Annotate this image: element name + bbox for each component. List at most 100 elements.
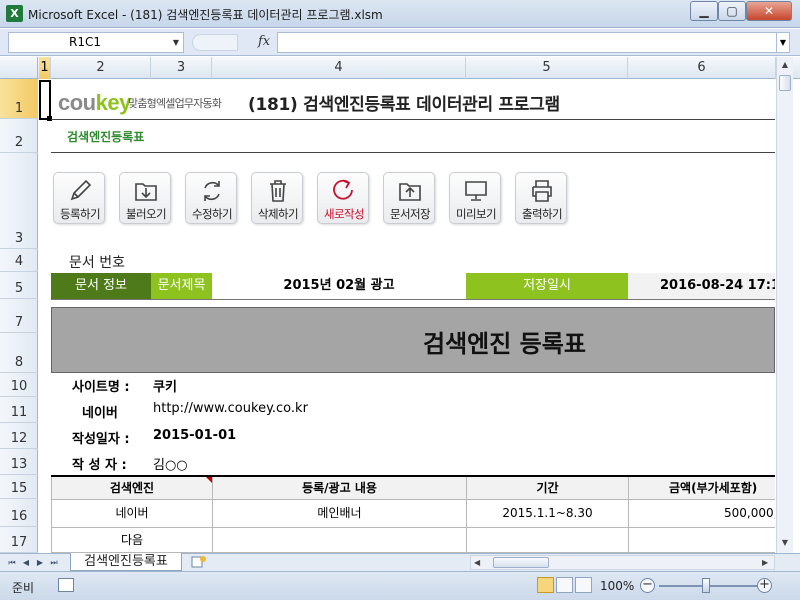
sheet-tab[interactable]: 검색엔진등록표 <box>70 553 182 571</box>
scroll-down-icon[interactable]: ▼ <box>777 535 793 551</box>
zoom-level[interactable]: 100% <box>600 579 634 593</box>
last-sheet-icon[interactable]: ⏭ <box>48 556 60 570</box>
minimize-icon: ▁ <box>699 4 709 18</box>
first-sheet-icon[interactable]: ⏮ <box>6 556 18 570</box>
row-header[interactable]: 11 <box>0 397 38 423</box>
insert-function-icon[interactable]: fx <box>258 34 270 49</box>
trash-icon <box>270 180 286 202</box>
preview-button[interactable]: 미리보기 <box>449 172 501 224</box>
data-table: 검색엔진 등록/광고 내용 기간 금액(부가세포함) 네이버 메인배너 2015… <box>51 477 775 553</box>
close-icon: ✕ <box>763 4 775 18</box>
row-header[interactable]: 8 <box>0 333 38 373</box>
author-value[interactable]: 김○○ <box>153 454 188 473</box>
table-cell[interactable]: 2015.1.1~8.30 <box>467 500 629 528</box>
row-header[interactable]: 12 <box>0 423 38 449</box>
header-divider <box>51 119 775 120</box>
document-title-value[interactable]: 2015년 02월 광고 <box>212 273 466 299</box>
preview-button-label: 미리보기 <box>456 207 497 221</box>
row-header[interactable]: 5 <box>0 272 38 299</box>
row-header[interactable]: 4 <box>0 249 38 272</box>
edit-button[interactable]: 수정하기 <box>185 172 237 224</box>
register-button[interactable]: 등록하기 <box>53 172 105 224</box>
active-cell[interactable] <box>39 80 51 120</box>
load-button[interactable]: 불러오기 <box>119 172 171 224</box>
saved-at-label: 저장일시 <box>466 273 628 299</box>
row-header[interactable]: 2 <box>0 119 38 153</box>
column-header[interactable]: 5 <box>466 57 628 79</box>
row-header[interactable]: 1 <box>0 79 38 119</box>
vertical-scrollbar[interactable]: ▲ ▼ <box>776 57 793 553</box>
normal-view-button[interactable] <box>537 577 554 593</box>
new-document-button[interactable]: 새로작성 <box>317 172 369 224</box>
table-cell[interactable]: 500,000,0 <box>629 500 775 528</box>
table-cell[interactable] <box>629 528 775 553</box>
next-sheet-icon[interactable]: ▶ <box>34 556 46 570</box>
excel-app-icon[interactable]: X <box>6 5 23 22</box>
zoom-in-icon[interactable]: + <box>757 578 772 593</box>
row-header[interactable]: 15 <box>0 475 38 499</box>
status-bar: 준비 100% − + <box>0 571 800 600</box>
close-button[interactable]: ✕ <box>746 1 792 21</box>
print-button-label: 출력하기 <box>522 207 563 221</box>
coukey-logo: coukey <box>58 90 131 115</box>
zoom-slider-thumb[interactable] <box>702 578 710 593</box>
column-header[interactable]: 4 <box>212 57 466 79</box>
folder-down-icon <box>135 183 157 201</box>
date-value[interactable]: 2015-01-01 <box>153 428 236 443</box>
page-break-view-button[interactable] <box>575 577 592 593</box>
scroll-left-icon[interactable]: ◀ <box>474 556 480 569</box>
delete-button[interactable]: 삭제하기 <box>251 172 303 224</box>
formula-bar: R1C1 ▼ fx ▼ <box>0 29 800 56</box>
chevron-down-icon[interactable]: ▼ <box>170 32 182 53</box>
insert-sheet-icon[interactable] <box>190 555 214 570</box>
comment-indicator[interactable] <box>206 477 212 483</box>
maximize-button[interactable]: ▢ <box>718 1 746 21</box>
table-cell[interactable] <box>213 528 467 553</box>
page-layout-view-button[interactable] <box>556 577 573 593</box>
macro-record-icon[interactable] <box>58 578 74 592</box>
expand-formula-bar-icon[interactable]: ▼ <box>776 32 790 53</box>
horizontal-scroll-thumb[interactable] <box>493 557 549 568</box>
row-header[interactable]: 7 <box>0 299 38 333</box>
table-cell[interactable]: 메인배너 <box>213 500 467 528</box>
logo-tagline: 맞춤형엑셀업무자동화 <box>128 97 222 110</box>
formula-input[interactable] <box>277 32 777 53</box>
table-cell[interactable]: 다음 <box>52 528 213 553</box>
author-label: 작 성 자 : <box>72 458 127 473</box>
table-cell[interactable]: 네이버 <box>52 500 213 528</box>
row-header[interactable]: 17 <box>0 527 38 553</box>
row-header[interactable]: 16 <box>0 499 38 527</box>
print-button[interactable]: 출력하기 <box>515 172 567 224</box>
minimize-button[interactable]: ▁ <box>690 1 718 21</box>
document-title-label: 문서제목 <box>151 273 212 299</box>
worksheet-area[interactable]: coukey 맞춤형엑셀업무자동화 (181) 검색엔진등록표 데이터관리 프로… <box>39 80 775 553</box>
load-button-label: 불러오기 <box>126 207 167 221</box>
scroll-up-icon[interactable]: ▲ <box>777 57 793 73</box>
table-cell[interactable] <box>467 528 629 553</box>
column-header[interactable]: 6 <box>628 57 776 79</box>
row-header[interactable]: 3 <box>0 153 38 249</box>
table-header-cell: 금액(부가세포함) <box>629 477 775 500</box>
sheet-tab-bar: ⏮ ◀ ▶ ⏭ 검색엔진등록표 ◀ ▶ <box>0 553 800 571</box>
vertical-scroll-thumb[interactable] <box>779 75 791 91</box>
column-header[interactable]: 1 <box>39 57 51 79</box>
select-all-corner[interactable] <box>0 57 38 79</box>
url-value[interactable]: http://www.coukey.co.kr <box>153 401 308 416</box>
row-header[interactable]: 13 <box>0 449 38 475</box>
formula-bar-grip[interactable] <box>192 34 238 51</box>
title-bar: X Microsoft Excel - (181) 검색엔진등록표 데이터관리 … <box>0 0 800 28</box>
monitor-icon <box>465 181 487 201</box>
row-headers: 1 2 3 4 5 7 8 10 11 12 13 15 16 17 <box>0 79 38 553</box>
column-header[interactable]: 2 <box>51 57 151 79</box>
prev-sheet-icon[interactable]: ◀ <box>20 556 32 570</box>
scroll-right-icon[interactable]: ▶ <box>762 556 768 569</box>
zoom-out-icon[interactable]: − <box>640 578 655 593</box>
horizontal-scrollbar[interactable]: ◀ ▶ <box>470 555 775 570</box>
new-cycle-icon <box>333 179 353 200</box>
saved-at-value[interactable]: 2016-08-24 17:14 <box>628 273 775 299</box>
row-header[interactable]: 10 <box>0 373 38 397</box>
site-name-value[interactable]: 쿠키 <box>153 376 177 395</box>
column-header[interactable]: 3 <box>151 57 212 79</box>
save-document-button[interactable]: 문서저장 <box>383 172 435 224</box>
name-box[interactable]: R1C1 <box>8 32 184 53</box>
